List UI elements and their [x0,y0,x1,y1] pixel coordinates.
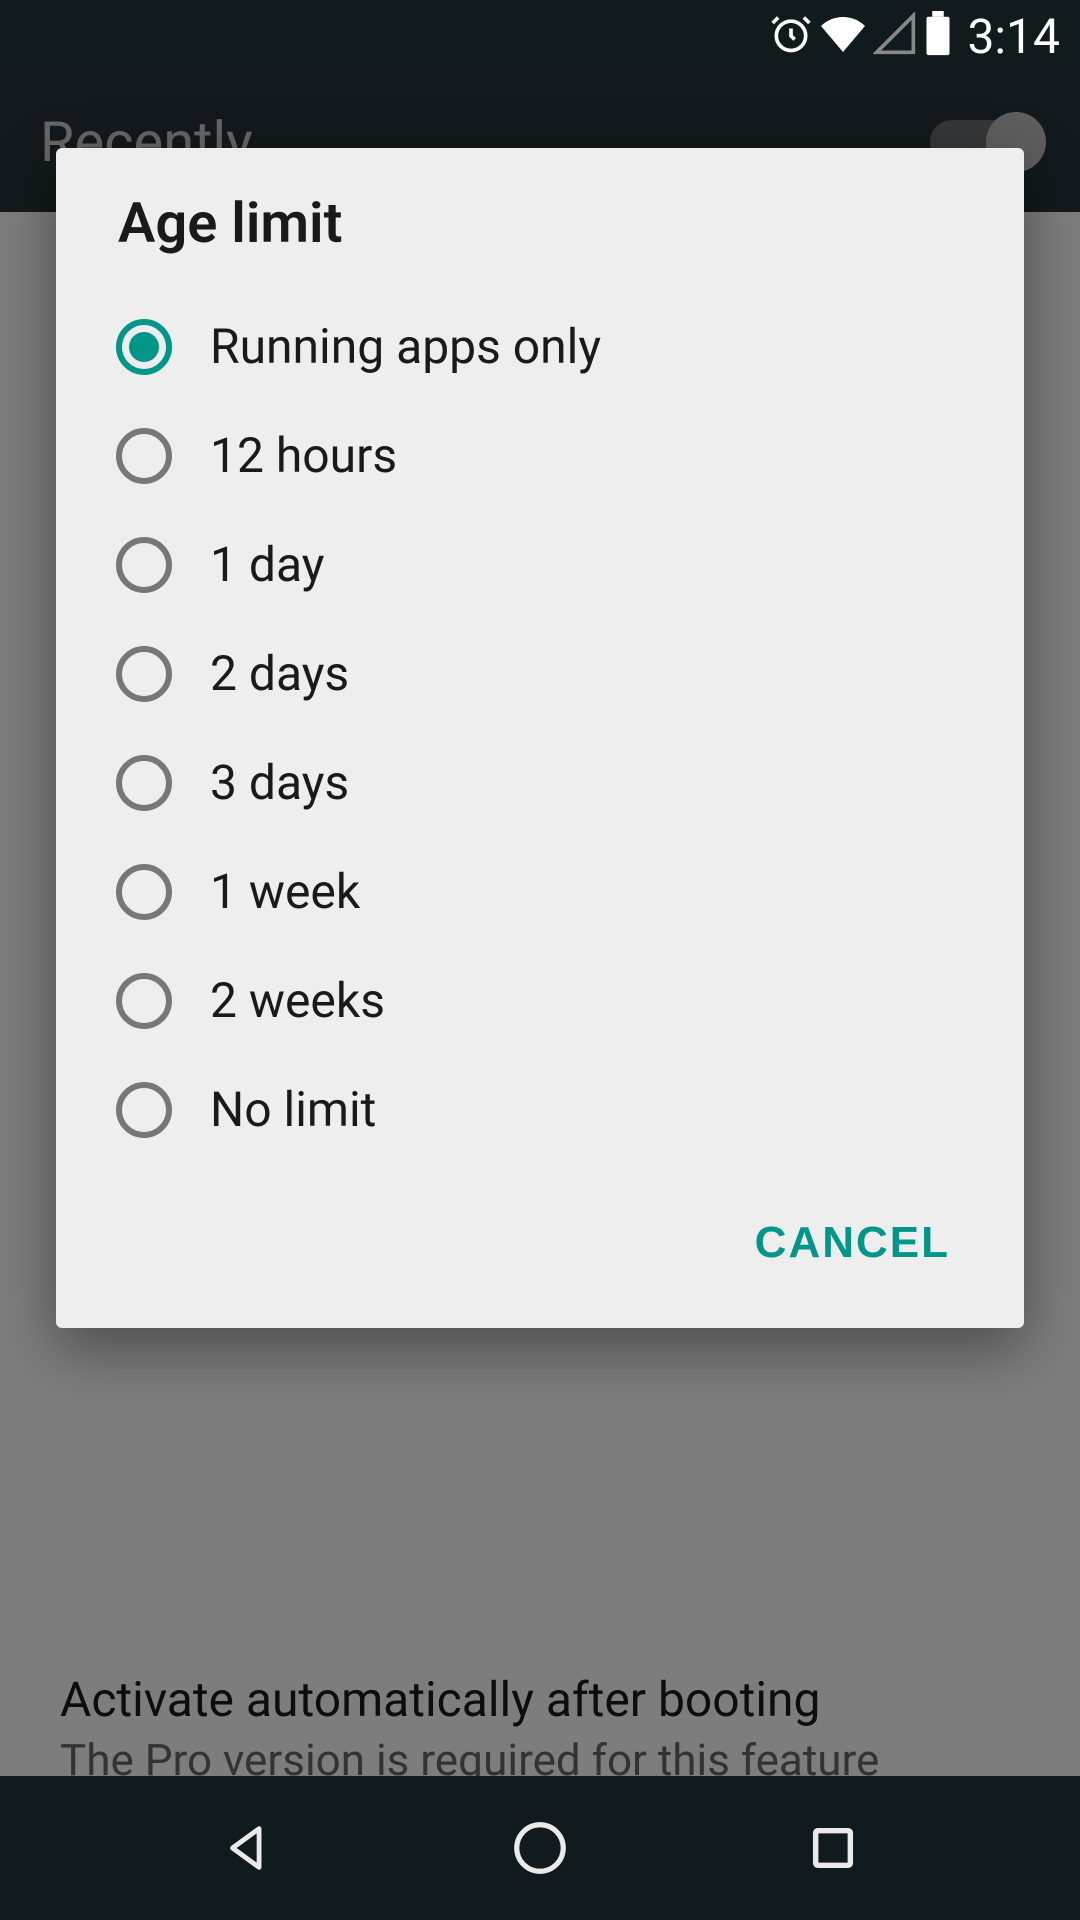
radio-icon [116,864,172,920]
options-list: Running apps only 12 hours 1 day 2 days … [56,276,1024,1172]
radio-icon [116,537,172,593]
option-label: 3 days [210,754,349,811]
option-2-weeks[interactable]: 2 weeks [76,946,1004,1055]
option-1-week[interactable]: 1 week [76,837,1004,946]
clock-time: 3:14 [967,8,1060,65]
status-bar: 3:14 [0,0,1080,72]
back-button[interactable] [211,1812,283,1884]
option-no-limit[interactable]: No limit [76,1055,1004,1164]
option-label: 1 day [210,536,324,593]
battery-icon [923,11,953,61]
option-1-day[interactable]: 1 day [76,510,1004,619]
option-12-hours[interactable]: 12 hours [76,401,1004,510]
status-icons: 3:14 [769,8,1060,65]
recents-button[interactable] [797,1812,869,1884]
option-label: No limit [210,1081,376,1138]
cellular-icon [873,12,917,60]
option-3-days[interactable]: 3 days [76,728,1004,837]
option-label: 12 hours [210,427,397,484]
radio-icon [116,319,172,375]
radio-icon [116,646,172,702]
radio-icon [116,973,172,1029]
nav-bar [0,1776,1080,1920]
radio-icon [116,1082,172,1138]
home-button[interactable] [504,1812,576,1884]
option-label: 1 week [210,863,360,920]
alarm-icon [769,12,813,60]
radio-icon [116,428,172,484]
cancel-button[interactable]: CANCEL [731,1202,974,1284]
age-limit-dialog: Age limit Running apps only 12 hours 1 d… [56,148,1024,1328]
dialog-actions: CANCEL [56,1172,1024,1328]
wifi-icon [819,10,867,62]
option-label: 2 days [210,645,349,702]
radio-icon [116,755,172,811]
option-label: 2 weeks [210,972,385,1029]
option-label: Running apps only [210,318,601,375]
option-running-apps-only[interactable]: Running apps only [76,292,1004,401]
dialog-title: Age limit [56,190,1024,276]
option-2-days[interactable]: 2 days [76,619,1004,728]
